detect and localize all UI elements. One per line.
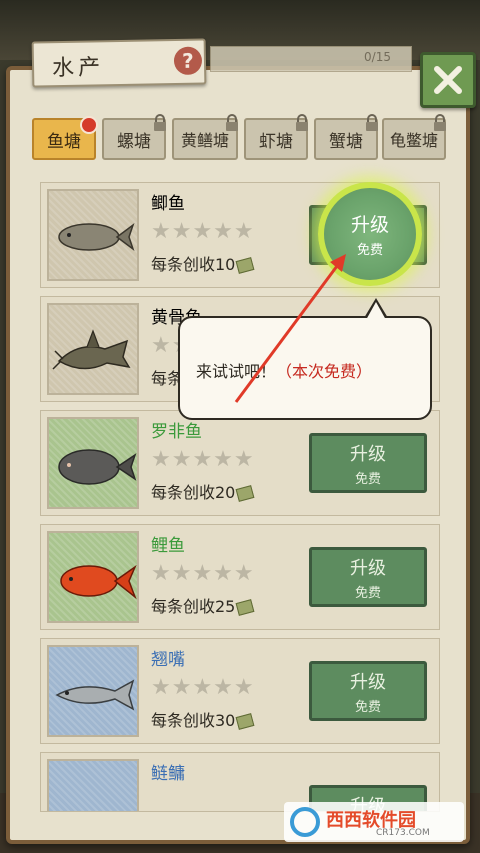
income-text: 每条创收20: [151, 479, 255, 503]
fish-name: 罗非鱼: [151, 422, 202, 442]
fish-thumbnail: [47, 417, 139, 509]
page-title: 水产: [51, 55, 105, 82]
logo-icon: [290, 807, 320, 837]
money-icon: [235, 713, 255, 730]
tab-label: 鱼塘: [47, 131, 81, 152]
lock-icon: [366, 114, 378, 131]
crucian-carp-icon: [58, 222, 135, 252]
fish-thumbnail: [47, 759, 139, 811]
lock-icon: [434, 114, 446, 131]
money-icon: [235, 485, 255, 502]
tilapia-icon: [58, 449, 137, 485]
income-text: 每条创收10: [151, 251, 255, 275]
watermark-sub: CR173.COM: [376, 828, 430, 838]
lock-icon: [154, 114, 166, 131]
money-icon: [235, 257, 255, 274]
tab-snail-pond[interactable]: 螺塘: [102, 114, 166, 160]
income-text: 每条创收25: [151, 593, 255, 617]
help-icon[interactable]: ?: [173, 46, 203, 76]
money-icon: [235, 599, 255, 616]
fish-thumbnail: [47, 303, 139, 395]
fish-name: 鲫鱼: [151, 194, 185, 214]
tooltip-text: 来试试吧！: [196, 362, 277, 381]
notification-dot: [80, 116, 98, 134]
lock-icon: [226, 114, 238, 131]
tab-label: 龟鳖塘: [389, 131, 438, 150]
fish-thumbnail: [47, 531, 139, 623]
close-icon: [434, 66, 462, 94]
fish-name: 鲢鳙: [151, 764, 185, 784]
pond-tabs: 鱼塘 螺塘 黄鳝塘 虾塘 蟹塘 龟鳖塘: [32, 114, 446, 162]
counter-strip: 0/15: [210, 46, 412, 72]
highlighted-upgrade-button[interactable]: 升级 免费: [318, 182, 422, 286]
rating-stars: ★★★★★: [151, 561, 255, 586]
lock-icon: [296, 114, 308, 131]
catfish-icon: [52, 329, 131, 370]
fish-row-topmouth: 翘嘴 ★★★★★ 每条创收30 升级 免费: [40, 638, 440, 744]
tab-label: 虾塘: [259, 131, 293, 152]
close-button[interactable]: [420, 52, 476, 108]
tab-turtle-pond[interactable]: 龟鳖塘: [382, 114, 446, 160]
fish-row-carp: 鲤鱼 ★★★★★ 每条创收25 升级 免费: [40, 524, 440, 630]
upgrade-button[interactable]: 升级免费: [309, 547, 427, 607]
fish-row-tilapia: 罗非鱼 ★★★★★ 每条创收20 升级 免费: [40, 410, 440, 516]
tab-label: 黄鳝塘: [180, 131, 229, 150]
rating-stars: ★★★★★: [151, 447, 255, 472]
fish-name: 翘嘴: [151, 650, 185, 670]
income-text: 每条创收30: [151, 707, 255, 731]
tab-crab-pond[interactable]: 蟹塘: [314, 114, 378, 160]
tab-shrimp-pond[interactable]: 虾塘: [244, 114, 308, 160]
carp-icon: [60, 564, 137, 600]
fish-thumbnail: [47, 189, 139, 281]
upgrade-button[interactable]: 升级免费: [309, 661, 427, 721]
topmouth-culter-icon: [55, 679, 135, 711]
tab-label: 蟹塘: [329, 131, 363, 152]
tab-label: 螺塘: [117, 131, 151, 152]
panel-title-tag: 水产 ?: [31, 38, 207, 88]
rating-stars: ★★★★★: [151, 675, 255, 700]
tooltip-highlight-text: （本次免费）: [276, 362, 373, 381]
rating-stars: ★★★★★: [151, 219, 255, 244]
watermark-logo: 西西软件园 CR173.COM: [284, 802, 464, 842]
counter-text: 0/15: [364, 50, 391, 64]
tab-eel-pond[interactable]: 黄鳝塘: [172, 114, 238, 160]
fish-name: 鲤鱼: [151, 536, 185, 556]
tab-fish-pond[interactable]: 鱼塘: [32, 116, 98, 160]
tutorial-tooltip: 来试试吧！（本次免费）: [178, 298, 432, 420]
upgrade-button[interactable]: 升级免费: [309, 433, 427, 493]
fish-thumbnail: [47, 645, 139, 737]
